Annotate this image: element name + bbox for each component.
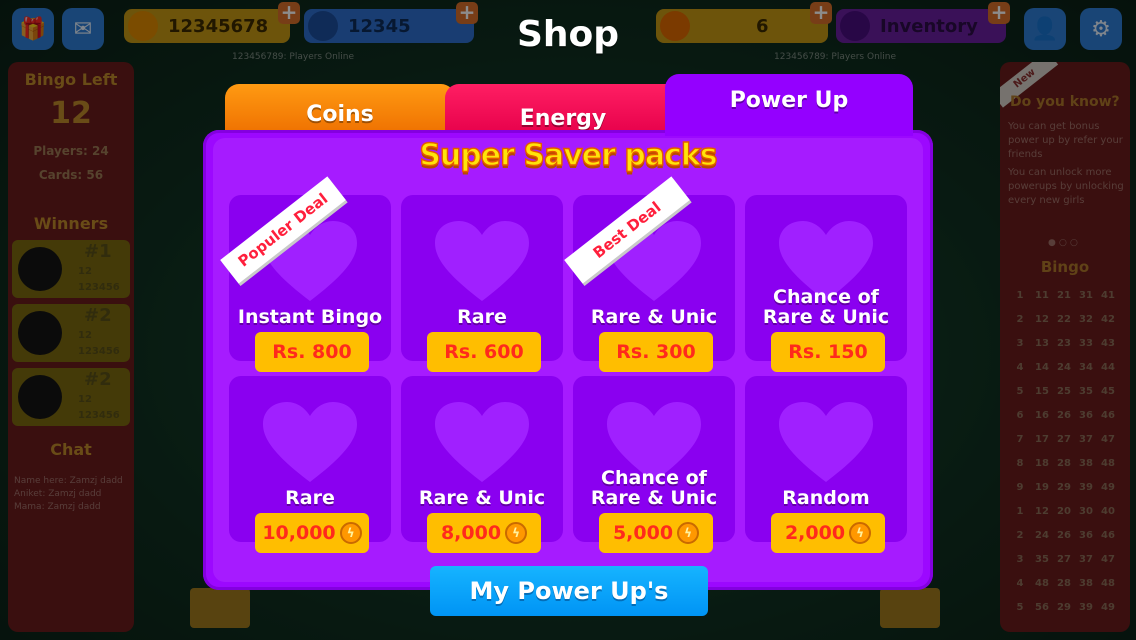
price-button[interactable]: 10,000 ϟ <box>255 513 369 553</box>
shop-title: Shop <box>516 14 620 55</box>
price-label: Rs. 150 <box>788 341 868 363</box>
tab-power-up[interactable]: Power Up <box>665 74 913 136</box>
price-button[interactable]: 8,000 ϟ <box>427 513 541 553</box>
card-label: Instant Bingo <box>237 306 383 328</box>
tab-label: Power Up <box>729 88 849 113</box>
tab-label: Coins <box>306 102 374 127</box>
heart-icon <box>435 221 529 301</box>
card-label: Rare <box>457 306 507 328</box>
heart-icon <box>263 402 357 482</box>
card-label: Random <box>782 487 870 509</box>
card-label: Rare & Unic <box>590 306 718 328</box>
tab-label: Energy <box>519 106 607 131</box>
tab-energy[interactable]: Energy <box>445 84 681 136</box>
price-label: Rs. 800 <box>272 341 352 363</box>
section-title: Super Saver packs <box>419 137 719 173</box>
my-power-ups-button[interactable]: My Power Up's <box>430 566 708 616</box>
coin-icon: ϟ <box>849 522 872 544</box>
price-label: 5,000 <box>612 522 674 544</box>
card-label: Rare <box>285 487 335 509</box>
price-label: 2,000 <box>784 522 846 544</box>
price-button[interactable]: Rs. 150 <box>771 332 885 372</box>
heart-icon <box>779 402 873 482</box>
coin-icon: ϟ <box>339 522 362 544</box>
price-button[interactable]: 5,000 ϟ <box>599 513 713 553</box>
card-label: Rare & Unic <box>418 487 546 509</box>
price-label: 8,000 <box>440 522 502 544</box>
card-label: Chance of Rare & Unic <box>590 467 718 509</box>
price-label: Rs. 300 <box>616 341 696 363</box>
coin-icon: ϟ <box>677 522 700 544</box>
price-button[interactable]: Rs. 300 <box>599 332 713 372</box>
card-label: Chance of Rare & Unic <box>762 286 890 328</box>
tab-coins[interactable]: Coins <box>225 84 455 136</box>
heart-icon <box>435 402 529 482</box>
price-button[interactable]: Rs. 800 <box>255 332 369 372</box>
coin-icon: ϟ <box>505 522 528 544</box>
price-label: 10,000 <box>262 522 336 544</box>
price-button[interactable]: Rs. 600 <box>427 332 541 372</box>
price-button[interactable]: 2,000 ϟ <box>771 513 885 553</box>
price-label: Rs. 600 <box>444 341 524 363</box>
